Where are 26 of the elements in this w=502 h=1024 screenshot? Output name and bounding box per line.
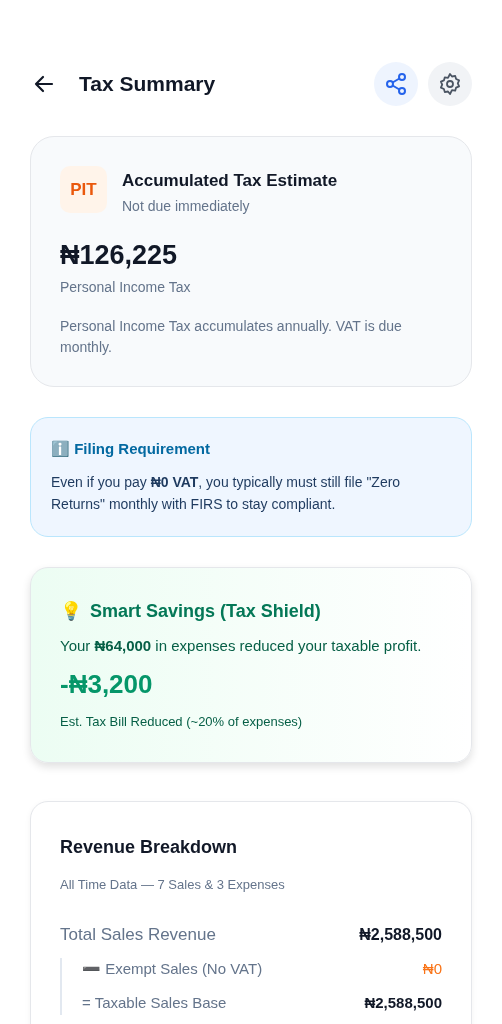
filing-title: ℹ Filing Requirement [51,439,211,459]
savings-amount: -₦3,200 [60,668,154,701]
savings-title: Smart Savings (Tax Shield) [90,599,321,623]
settings-button[interactable] [428,62,472,106]
row-label: Total Sales Revenue [60,924,216,946]
row-value: ₦2,588,500 [359,924,442,945]
estimate-amount: ₦126,225 [60,238,179,272]
lightbulb-icon: 💡 [60,597,82,625]
estimate-subtitle: Not due immediately [122,196,251,216]
settings-icon [438,72,462,96]
savings-caption: Est. Tax Bill Reduced (~20% of expenses) [60,713,304,731]
row-label: = Taxable Sales Base [82,993,227,1013]
filing-text: Even if you pay ₦0 VAT, you typically must still file "Zero Returns" monthly with FIRS to stay compliant. [51,472,402,514]
page-title: Tax Summary [79,71,217,98]
row-value: ₦2,588,500 [364,993,442,1013]
estimate-title: Accumulated Tax Estimate [122,170,338,192]
estimate-note: Personal Income Tax accumulates annually. VAT is due monthly. [60,317,403,357]
row-value: ₦0 [422,958,442,979]
share-icon [384,72,408,96]
breakdown-title: Revenue Breakdown [60,835,239,859]
row-label: ➖ Exempt Sales (No VAT) [82,958,263,979]
breakdown-subtitle: All Time Data — 7 Sales & 3 Expenses [60,875,286,894]
savings-text: Your ₦64,000 in expenses reduced your taxable profit. [60,635,423,656]
amount-label: Personal Income Tax [60,278,192,297]
pit-badge: PIT [60,166,107,213]
share-button[interactable] [374,62,418,106]
